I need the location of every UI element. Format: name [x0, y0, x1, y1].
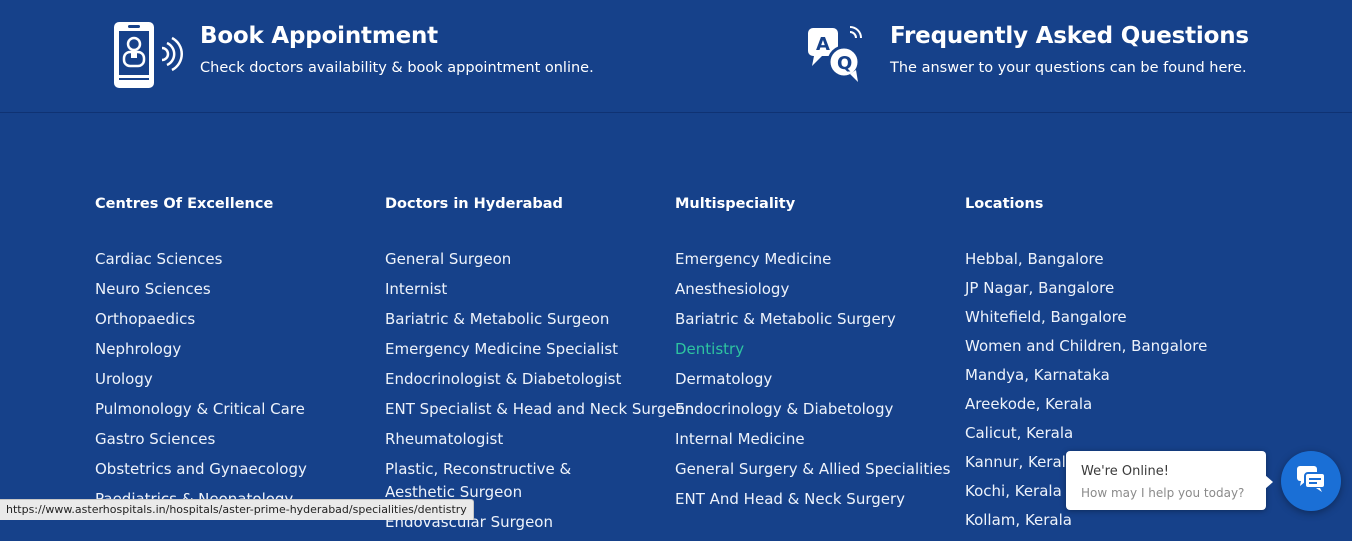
footer-link[interactable]: Hebbal, Bangalore: [965, 248, 1250, 271]
browser-status-bar: https://www.asterhospitals.in/hospitals/…: [0, 499, 474, 520]
footer-link[interactable]: Bariatric & Metabolic Surgery: [675, 308, 960, 331]
footer-link[interactable]: Rheumatologist: [385, 428, 670, 451]
column-heading: Centres Of Excellence: [95, 196, 274, 212]
footer-link[interactable]: Endocrinologist & Diabetologist: [385, 368, 670, 391]
footer-link[interactable]: Gastro Sciences: [95, 428, 380, 451]
faq-title: Frequently Asked Questions: [890, 23, 1249, 49]
footer-link[interactable]: Emergency Medicine Specialist: [385, 338, 670, 361]
footer-column-centres: Centres Of Excellence Cardiac Sciences N…: [95, 195, 380, 518]
footer-link[interactable]: Orthopaedics: [95, 308, 380, 331]
footer-link[interactable]: Pulmonology & Critical Care: [95, 398, 380, 421]
footer-link[interactable]: ENT And Head & Neck Surgery: [675, 488, 960, 511]
qa-bubbles-icon: A Q: [806, 18, 876, 92]
chat-subtitle: How may I help you today?: [1081, 486, 1245, 500]
footer-link-active[interactable]: Dentistry: [675, 338, 960, 361]
book-appointment-description: Check doctors availability & book appoin…: [200, 60, 594, 76]
footer-column-multispeciality: Multispeciality Emergency Medicine Anest…: [675, 195, 960, 518]
column-heading: Multispeciality: [675, 196, 796, 212]
footer-link[interactable]: Whitefield, Bangalore: [965, 306, 1250, 329]
footer-link[interactable]: Emergency Medicine: [675, 248, 960, 271]
footer-link[interactable]: General Surgeon: [385, 248, 670, 271]
footer-link[interactable]: Women and Children, Bangalore: [965, 335, 1250, 358]
footer-link[interactable]: Mandya, Karnataka: [965, 364, 1250, 387]
footer-link[interactable]: Nephrology: [95, 338, 380, 361]
footer-link[interactable]: Endocrinology & Diabetology: [675, 398, 960, 421]
faq-cta[interactable]: A Q Frequently Asked Questions The answe…: [806, 18, 1249, 92]
footer-link[interactable]: Bariatric & Metabolic Surgeon: [385, 308, 670, 331]
book-appointment-title: Book Appointment: [200, 23, 438, 49]
footer-link[interactable]: Plastic, Reconstructive & Aesthetic Surg…: [385, 458, 630, 504]
footer-link[interactable]: Cardiac Sciences: [95, 248, 380, 271]
footer-link[interactable]: Dermatology: [675, 368, 960, 391]
faq-description: The answer to your questions can be foun…: [890, 60, 1247, 76]
footer-link[interactable]: Kollam, Kerala: [965, 509, 1250, 532]
footer-link[interactable]: Calicut, Kerala: [965, 422, 1250, 445]
book-appointment-cta[interactable]: Book Appointment Check doctors availabil…: [110, 18, 594, 92]
footer-link[interactable]: Internist: [385, 278, 670, 301]
footer-link[interactable]: Internal Medicine: [675, 428, 960, 451]
svg-text:Q: Q: [837, 53, 852, 74]
footer-link[interactable]: ENT Specialist & Head and Neck Surgeon: [385, 398, 694, 421]
footer-link[interactable]: JP Nagar, Bangalore: [965, 277, 1250, 300]
footer-link[interactable]: Obstetrics and Gynaecology: [95, 458, 380, 481]
chat-greeting-bubble[interactable]: We're Online! How may I help you today?: [1066, 451, 1273, 510]
svg-text:A: A: [816, 34, 830, 55]
chat-bubbles-icon: [1296, 465, 1326, 497]
cta-band: Book Appointment Check doctors availabil…: [0, 0, 1352, 113]
chat-launcher-button[interactable]: [1281, 451, 1341, 511]
column-heading: Doctors in Hyderabad: [385, 196, 563, 212]
phone-doctor-icon: [110, 18, 186, 92]
column-heading: Locations: [965, 196, 1044, 212]
footer-link[interactable]: Anesthesiology: [675, 278, 960, 301]
chat-title: We're Online!: [1081, 464, 1169, 479]
footer-link[interactable]: Neuro Sciences: [95, 278, 380, 301]
footer-link[interactable]: Urology: [95, 368, 380, 391]
footer-link[interactable]: General Surgery & Allied Specialities: [675, 458, 960, 481]
footer-link[interactable]: Areekode, Kerala: [965, 393, 1250, 416]
footer-column-doctors: Doctors in Hyderabad General Surgeon Int…: [385, 195, 694, 541]
